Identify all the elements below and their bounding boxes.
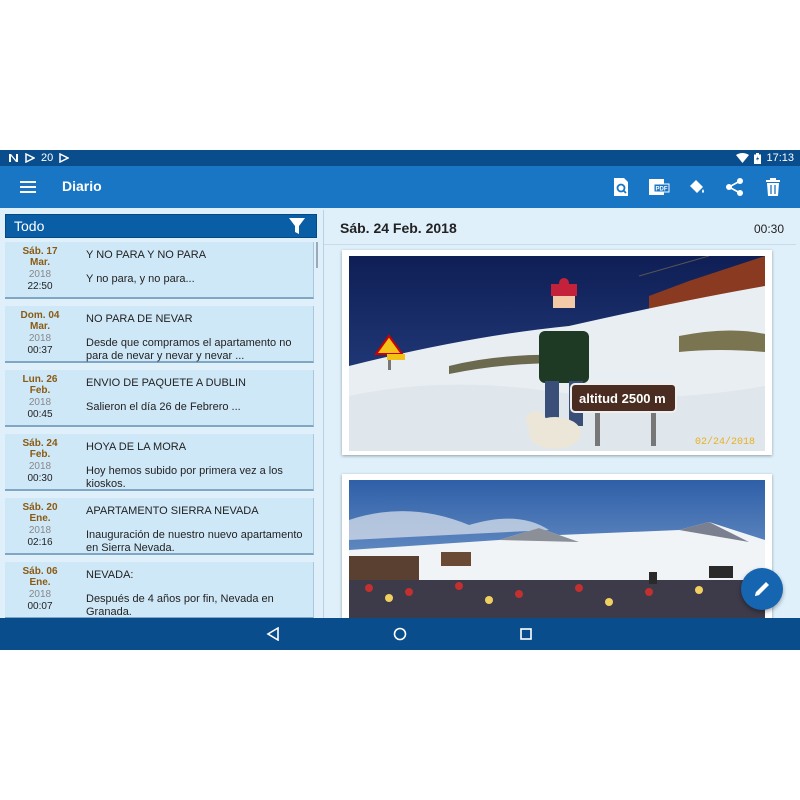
- search-document-icon: [614, 178, 628, 196]
- entry-day: Lun. 26: [22, 374, 58, 385]
- pdf-icon: PDF: [649, 179, 670, 195]
- entry-photo-2[interactable]: [342, 474, 772, 618]
- entry-excerpt: Hoy hemos subido por primera vez a los k…: [86, 465, 283, 490]
- pdf-export-button[interactable]: PDF: [646, 174, 672, 200]
- entry-time: 02:16: [27, 537, 53, 548]
- entry-month: Feb.: [29, 385, 51, 396]
- status-time: 17:13: [766, 152, 794, 164]
- app-title: Diario: [62, 178, 102, 194]
- list-scrollbar[interactable]: [316, 242, 318, 268]
- search-document-button[interactable]: [608, 174, 634, 200]
- trash-icon: [766, 178, 780, 196]
- entry-day: Dom. 04: [20, 310, 60, 321]
- entry-month: Feb.: [29, 449, 51, 460]
- entry-day: Sáb. 06: [22, 566, 58, 577]
- entry-title: NEVADA:: [86, 569, 134, 581]
- filter-label: Todo: [14, 218, 45, 234]
- entry-photo-1[interactable]: altitud 2500 m 02/24/2018: [342, 250, 772, 455]
- entry-title: NO PARA DE NEVAR: [86, 313, 193, 325]
- entry-excerpt: Inauguración de nuestro nuevo apartament…: [86, 529, 303, 554]
- nav-back-button[interactable]: [263, 624, 283, 644]
- entry-list-pane: Todo Sáb. 17 Mar. 2018 22:50 Y NO PARA Y…: [0, 208, 320, 618]
- entry-time: 00:07: [27, 601, 53, 612]
- list-item[interactable]: Sáb. 24 Feb. 2018 00:30 HOYA DE LA MORA …: [5, 434, 314, 491]
- play-store-icon-2: [59, 153, 70, 163]
- svg-text:02/24/2018: 02/24/2018: [695, 436, 755, 448]
- entry-year: 2018: [28, 269, 52, 280]
- snow-altitude-sign-photo: altitud 2500 m 02/24/2018: [349, 256, 765, 451]
- entry-day: Sáb. 24: [22, 438, 58, 449]
- recents-square-icon: [520, 628, 532, 640]
- entry-day: Sáb. 17: [22, 246, 58, 257]
- detail-date: Sáb. 24 Feb. 2018: [340, 220, 457, 236]
- battery-icon: [754, 152, 762, 164]
- list-item[interactable]: Sáb. 17 Mar. 2018 22:50 Y NO PARA Y NO P…: [5, 242, 314, 299]
- entry-time: 00:45: [27, 409, 53, 420]
- entry-year: 2018: [28, 525, 52, 536]
- entry-title: Y NO PARA Y NO PARA: [86, 249, 207, 261]
- theme-color-button[interactable]: [684, 174, 710, 200]
- nav-home-button[interactable]: [390, 624, 410, 644]
- entry-title: ENVIO DE PAQUETE A DUBLIN: [86, 377, 246, 389]
- list-item[interactable]: Sáb. 20 Ene. 2018 02:16 APARTAMENTO SIER…: [5, 498, 314, 555]
- back-triangle-icon: [266, 627, 279, 641]
- edit-entry-button[interactable]: [741, 568, 783, 610]
- funnel-icon: [289, 218, 305, 234]
- detail-header: Sáb. 24 Feb. 2018 00:30: [324, 210, 796, 245]
- hamburger-menu-icon: [20, 181, 36, 193]
- paint-bucket-icon: [690, 180, 704, 193]
- pencil-icon: [755, 582, 769, 596]
- entry-time: 00:37: [27, 345, 53, 356]
- entry-month: Ene.: [29, 577, 51, 588]
- entry-year: 2018: [28, 461, 52, 472]
- share-button[interactable]: [722, 174, 748, 200]
- entry-month: Ene.: [29, 513, 51, 524]
- entry-detail-pane: Sáb. 24 Feb. 2018 00:30 altitud 2500 m 0…: [323, 210, 796, 618]
- share-icon: [726, 178, 743, 196]
- filter-bar[interactable]: Todo: [5, 214, 317, 238]
- home-circle-icon: [393, 627, 407, 641]
- entry-excerpt: Después de 4 años por fin, Nevada en Gra…: [86, 593, 274, 618]
- svg-text:PDF: PDF: [656, 187, 668, 193]
- filter-button[interactable]: [286, 216, 308, 236]
- entry-year: 2018: [28, 333, 52, 344]
- nav-recents-button[interactable]: [516, 624, 536, 644]
- entry-title: APARTAMENTO SIERRA NEVADA: [86, 505, 259, 517]
- n-notification-icon: [8, 153, 19, 163]
- system-nav-bar: [0, 618, 800, 650]
- entry-excerpt: Salieron el día 26 de Febrero ...: [86, 401, 241, 413]
- menu-button[interactable]: [14, 175, 42, 199]
- notification-count: 20: [41, 152, 54, 164]
- entry-excerpt: Desde que compramos el apartamento no pa…: [86, 337, 292, 362]
- play-store-icon: [25, 153, 35, 163]
- list-item[interactable]: Dom. 04 Mar. 2018 00:37 NO PARA DE NEVAR…: [5, 306, 314, 363]
- entry-month: Mar.: [29, 257, 50, 268]
- detail-time: 00:30: [753, 222, 784, 236]
- list-item[interactable]: Lun. 26 Feb. 2018 00:45 ENVIO DE PAQUETE…: [5, 370, 314, 427]
- entry-time: 00:30: [27, 473, 53, 484]
- wifi-icon: [736, 153, 750, 163]
- svg-text:altitud 2500 m: altitud 2500 m: [579, 391, 666, 406]
- device-screen: 20 17:13 Diario PDF Todo Sáb. 17 Mar. 20…: [0, 150, 800, 650]
- list-item[interactable]: Sáb. 06 Ene. 2018 00:07 NEVADA: Después …: [5, 562, 314, 618]
- entry-time: 22:50: [27, 281, 53, 292]
- entry-title: HOYA DE LA MORA: [86, 441, 187, 453]
- entry-day: Sáb. 20: [22, 502, 58, 513]
- entry-year: 2018: [28, 397, 52, 408]
- delete-button[interactable]: [760, 174, 786, 200]
- status-bar: 20 17:13: [0, 150, 800, 166]
- app-bar: Diario PDF: [0, 166, 800, 208]
- ski-slope-crowd-photo: [349, 480, 765, 618]
- entry-year: 2018: [28, 589, 52, 600]
- entry-excerpt: Y no para, y no para...: [86, 273, 195, 285]
- entry-month: Mar.: [29, 321, 50, 332]
